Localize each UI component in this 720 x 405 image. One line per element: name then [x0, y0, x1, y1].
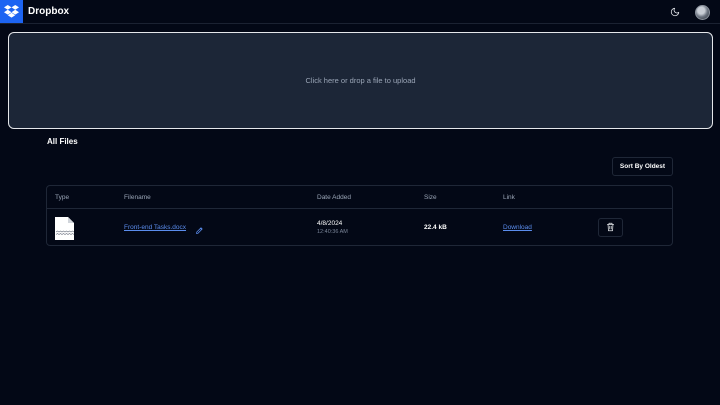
column-header-filename: Filename: [124, 194, 151, 201]
pencil-icon[interactable]: [195, 222, 205, 234]
column-header-date-added: Date Added: [317, 194, 351, 201]
dropzone-text: Click here or drop a file to upload: [305, 76, 416, 85]
file-size: 22.4 kB: [424, 224, 447, 231]
table-header: Type Filename Date Added Size Link: [47, 186, 672, 209]
column-header-type: Type: [55, 194, 70, 201]
sort-button[interactable]: Sort By Oldest: [612, 157, 673, 176]
user-avatar[interactable]: [695, 4, 710, 20]
delete-button[interactable]: [598, 218, 623, 237]
top-bar: Dropbox: [0, 0, 720, 24]
section-title: All Files: [47, 137, 78, 146]
time-added: 12:40:36 AM: [317, 229, 348, 235]
files-table: Type Filename Date Added Size Link Front…: [46, 185, 673, 246]
moon-icon[interactable]: [667, 4, 683, 20]
download-link[interactable]: Download: [503, 224, 532, 231]
filename-link[interactable]: Front-end Tasks.docx: [124, 224, 186, 231]
table-row: Front-end Tasks.docx 4/8/2024 12:40:36 A…: [47, 209, 672, 246]
dropbox-logo-icon[interactable]: [0, 0, 23, 23]
column-header-link: Link: [503, 194, 515, 201]
date-added: 4/8/2024: [317, 220, 343, 227]
column-header-size: Size: [424, 194, 437, 201]
trash-icon: [606, 220, 615, 235]
brand-name: Dropbox: [28, 6, 70, 17]
upload-dropzone[interactable]: Click here or drop a file to upload: [8, 32, 713, 129]
document-file-icon: [55, 217, 75, 240]
